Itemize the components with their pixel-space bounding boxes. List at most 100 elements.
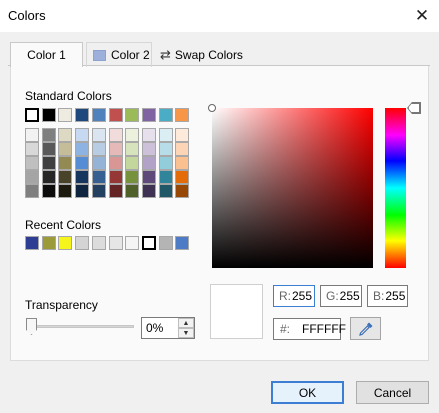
standard-color-swatch[interactable]	[92, 108, 106, 122]
shade-color-swatch[interactable]	[109, 156, 123, 170]
shade-color-swatch[interactable]	[109, 184, 123, 198]
red-label: R:	[279, 289, 291, 303]
red-input[interactable]: R: 255	[273, 285, 315, 307]
shade-color-swatch[interactable]	[125, 170, 139, 184]
recent-color-swatch[interactable]	[92, 236, 106, 250]
shade-color-swatch[interactable]	[159, 128, 173, 142]
shade-color-swatch[interactable]	[42, 170, 56, 184]
shade-color-swatch[interactable]	[175, 128, 189, 142]
transparency-slider-track[interactable]	[29, 325, 134, 328]
shade-color-swatch[interactable]	[175, 142, 189, 156]
recent-color-swatch[interactable]	[175, 236, 189, 250]
green-input[interactable]: G: 255	[320, 285, 362, 307]
shade-color-swatch[interactable]	[25, 170, 39, 184]
standard-color-swatch[interactable]	[25, 108, 39, 122]
shade-color-swatch[interactable]	[58, 184, 72, 198]
blue-input[interactable]: B: 255	[367, 285, 408, 307]
tab-color-1[interactable]: Color 1	[10, 42, 83, 67]
shade-color-swatch[interactable]	[142, 156, 156, 170]
shade-color-swatch[interactable]	[125, 156, 139, 170]
shade-color-swatch[interactable]	[58, 170, 72, 184]
transparency-label: Transparency	[25, 298, 98, 312]
recent-color-swatch[interactable]	[109, 236, 123, 250]
shade-color-swatch[interactable]	[125, 184, 139, 198]
recent-color-swatch[interactable]	[25, 236, 39, 250]
standard-color-swatch[interactable]	[175, 108, 189, 122]
green-value: 255	[339, 289, 360, 303]
standard-color-swatch[interactable]	[125, 108, 139, 122]
shade-color-swatch[interactable]	[58, 156, 72, 170]
shade-color-swatch[interactable]	[175, 156, 189, 170]
close-icon: ✕	[414, 6, 430, 25]
shade-color-swatch[interactable]	[58, 128, 72, 142]
shade-color-swatch[interactable]	[42, 142, 56, 156]
hex-value: FFFFFF	[302, 322, 346, 336]
swap-colors-button[interactable]: ⇄ Swap Colors	[158, 42, 254, 67]
recent-color-swatch[interactable]	[159, 236, 173, 250]
shade-color-swatch[interactable]	[58, 142, 72, 156]
transparency-value: 0%	[146, 321, 164, 335]
close-button[interactable]: ✕	[410, 4, 434, 28]
recent-color-swatch[interactable]	[42, 236, 56, 250]
shade-color-swatch[interactable]	[109, 142, 123, 156]
shade-color-swatch[interactable]	[109, 128, 123, 142]
shade-color-swatch[interactable]	[142, 142, 156, 156]
shade-color-swatch[interactable]	[92, 170, 106, 184]
shade-color-swatch[interactable]	[25, 156, 39, 170]
spin-up-icon[interactable]: ▲	[178, 318, 194, 328]
shade-color-swatch[interactable]	[142, 184, 156, 198]
standard-color-swatch[interactable]	[58, 108, 72, 122]
hex-input[interactable]: #: FFFFFF	[273, 318, 346, 340]
blue-value: 255	[385, 289, 406, 303]
transparency-spinner[interactable]: ▲ ▼	[178, 318, 194, 338]
recent-colors-label: Recent Colors	[25, 218, 102, 232]
shade-color-swatch[interactable]	[92, 142, 106, 156]
shade-color-swatch[interactable]	[25, 142, 39, 156]
shade-color-swatch[interactable]	[75, 184, 89, 198]
standard-color-swatch[interactable]	[159, 108, 173, 122]
shade-color-swatch[interactable]	[125, 128, 139, 142]
shade-color-swatch[interactable]	[159, 156, 173, 170]
title-bar	[0, 0, 439, 32]
shade-color-swatch[interactable]	[142, 128, 156, 142]
shade-color-swatch[interactable]	[75, 128, 89, 142]
shade-color-swatch[interactable]	[159, 184, 173, 198]
shade-color-swatch[interactable]	[75, 156, 89, 170]
blue-label: B:	[373, 289, 385, 303]
picker-cursor[interactable]	[208, 104, 216, 112]
tab-color-2-label: Color 2	[111, 48, 150, 62]
shade-color-swatch[interactable]	[92, 184, 106, 198]
shade-color-swatch[interactable]	[92, 128, 106, 142]
ok-button[interactable]: OK	[271, 381, 344, 404]
tab-color-2[interactable]: Color 2	[86, 42, 152, 67]
standard-color-swatch[interactable]	[142, 108, 156, 122]
standard-color-swatch[interactable]	[42, 108, 56, 122]
shade-color-swatch[interactable]	[159, 142, 173, 156]
shade-color-swatch[interactable]	[159, 170, 173, 184]
shade-color-swatch[interactable]	[175, 170, 189, 184]
shade-color-swatch[interactable]	[75, 142, 89, 156]
recent-color-swatch[interactable]	[125, 236, 139, 250]
shade-color-swatch[interactable]	[25, 128, 39, 142]
saturation-value-picker[interactable]	[212, 108, 373, 268]
shade-color-swatch[interactable]	[92, 156, 106, 170]
shade-color-swatch[interactable]	[42, 184, 56, 198]
standard-color-swatch[interactable]	[75, 108, 89, 122]
shade-color-swatch[interactable]	[42, 156, 56, 170]
recent-color-swatch[interactable]	[58, 236, 72, 250]
shade-color-swatch[interactable]	[25, 184, 39, 198]
recent-color-swatch[interactable]	[75, 236, 89, 250]
shade-color-swatch[interactable]	[142, 170, 156, 184]
shade-color-swatch[interactable]	[109, 170, 123, 184]
standard-color-swatch[interactable]	[109, 108, 123, 122]
hue-slider[interactable]	[385, 108, 406, 268]
shade-color-swatch[interactable]	[175, 184, 189, 198]
recent-color-swatch[interactable]	[142, 236, 156, 250]
shade-color-swatch[interactable]	[42, 128, 56, 142]
eyedropper-button[interactable]	[350, 317, 381, 340]
shade-color-swatch[interactable]	[125, 142, 139, 156]
shade-color-swatch[interactable]	[75, 170, 89, 184]
cancel-button[interactable]: Cancel	[356, 381, 429, 404]
spin-down-icon[interactable]: ▼	[178, 328, 194, 338]
standard-colors-label: Standard Colors	[25, 89, 112, 103]
